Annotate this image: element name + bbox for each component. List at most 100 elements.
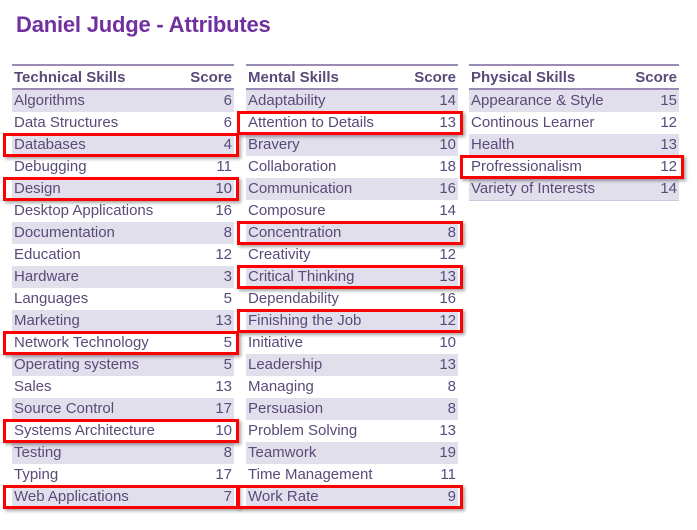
table-row: Dependability 16 (246, 288, 458, 310)
skill-score: 11 (216, 158, 232, 175)
skill-name: Data Structures (14, 114, 119, 131)
skill-name: Time Management (248, 466, 373, 483)
skill-name: Appearance & Style (469, 89, 627, 112)
highlighted-table-row: Profressionalism 12 (459, 155, 685, 179)
skill-name: Initiative (248, 334, 304, 351)
skill-name: Finishing the Job (237, 309, 463, 333)
highlighted-table-row: Web Applications 7 (3, 485, 239, 509)
skill-score: 6 (180, 89, 234, 112)
table-row: Hardware 3 (12, 266, 234, 288)
skill-name: Health (469, 134, 627, 156)
skill-name: Profressionalism (459, 155, 685, 179)
skill-name: Concentration (237, 221, 463, 245)
skill-name: Algorithms (12, 89, 181, 112)
skill-name: Teamwork (246, 442, 403, 464)
table-row: Continous Learner 12 (469, 112, 679, 134)
table-row: Initiative 10 (246, 332, 458, 354)
skill-score: 5 (223, 334, 232, 351)
skill-name: Attention to Details (237, 111, 463, 135)
highlighted-table-row: Critical Thinking 13 (237, 265, 463, 289)
skill-score: 14 (402, 89, 458, 112)
skill-score: 8 (402, 398, 458, 420)
skill-name: Critical Thinking (237, 265, 463, 289)
table-row: Typing 17 (12, 464, 234, 486)
column-header-score: Score (626, 64, 679, 90)
table-row: Creativity 12 (246, 244, 458, 266)
skill-name: Problem Solving (248, 422, 358, 439)
skill-score: 16 (215, 202, 232, 219)
skill-name: Web Applications (3, 485, 239, 509)
page-title: Daniel Judge - Attributes (16, 12, 271, 37)
table-row: Persuasion 8 (246, 398, 458, 420)
skill-score: 3 (180, 266, 234, 288)
table-row: Composure 14 (246, 200, 458, 222)
skill-name: Communication (246, 178, 403, 200)
skill-score: 8 (447, 378, 456, 395)
skill-score: 17 (180, 398, 234, 420)
table-row: Collaboration 18 (246, 156, 458, 178)
skill-name: Operating systems (12, 354, 181, 376)
skill-score: 5 (180, 354, 234, 376)
skill-score: 14 (626, 178, 679, 201)
skill-score: 14 (439, 202, 456, 219)
table-row: Data Structures 6 (12, 112, 234, 134)
highlighted-table-row: Network Technology 5 (3, 331, 239, 355)
skill-name: Source Control (12, 398, 181, 420)
skill-score: 16 (439, 290, 456, 307)
skill-score: 12 (215, 246, 232, 263)
skill-name: Design (3, 177, 239, 201)
table-row: Marketing 13 (12, 310, 234, 332)
table-row: Documentation 8 (12, 222, 234, 244)
table-row: Source Control 17 (12, 398, 234, 420)
skill-score: 13 (402, 266, 458, 288)
skill-score: 9 (402, 486, 458, 509)
column-header-score: Score (180, 64, 234, 90)
table-header: Physical Skills Score (469, 64, 679, 90)
table-row: Problem Solving 13 (246, 420, 458, 442)
highlighted-table-row: Work Rate 9 (237, 485, 463, 509)
skill-name: Documentation (12, 222, 181, 244)
table-row: Leadership 13 (246, 354, 458, 376)
skill-score: 8 (180, 442, 234, 464)
table-header: Mental Skills Score (246, 64, 458, 90)
highlighted-table-row: Concentration 8 (237, 221, 463, 245)
skill-name: Debugging (14, 158, 87, 175)
table-row: Algorithms 6 (12, 89, 234, 112)
skill-score: 12 (439, 246, 456, 263)
highlighted-table-row: Attention to Details 13 (237, 111, 463, 135)
table-row: Communication 16 (246, 178, 458, 200)
skill-score: 13 (439, 114, 456, 131)
highlighted-table-row: Systems Architecture 10 (3, 419, 239, 443)
column-header-skill: Mental Skills (246, 64, 403, 90)
skill-score: 6 (223, 114, 232, 131)
skill-score: 19 (402, 442, 458, 464)
table-row: Adaptability 14 (246, 89, 458, 112)
skill-score: 11 (440, 466, 456, 483)
table-row: Operating systems 5 (12, 354, 234, 376)
skill-name: Dependability (248, 290, 339, 307)
table-row: Debugging 11 (12, 156, 234, 178)
column-header-skill: Technical Skills (12, 64, 181, 90)
skill-score: 12 (660, 114, 677, 131)
skill-name: Work Rate (237, 485, 463, 509)
skill-score: 7 (180, 486, 234, 509)
skill-name: Creativity (248, 246, 311, 263)
skill-score: 5 (223, 290, 232, 307)
highlighted-table-row: Finishing the Job 12 (237, 309, 463, 333)
skill-name: Leadership (246, 354, 403, 376)
skill-name: Persuasion (246, 398, 403, 420)
skill-score: 10 (402, 134, 458, 156)
skill-name: Variety of Interests (469, 178, 627, 201)
skill-name: Marketing (12, 310, 181, 332)
table-row: Bravery 10 (246, 134, 458, 156)
skill-name: Desktop Applications (14, 202, 154, 219)
table-header: Technical Skills Score (12, 64, 234, 90)
physical-skills-table: Physical Skills Score Appearance & Style 15… (459, 64, 685, 201)
table-row: Teamwork 19 (246, 442, 458, 464)
skill-name: Languages (14, 290, 89, 307)
table-row: Health 13 (469, 134, 679, 156)
skill-name: Hardware (12, 266, 181, 288)
skill-name: Collaboration (248, 158, 337, 175)
skill-score: 10 (180, 178, 234, 200)
skill-name: Testing (12, 442, 181, 464)
